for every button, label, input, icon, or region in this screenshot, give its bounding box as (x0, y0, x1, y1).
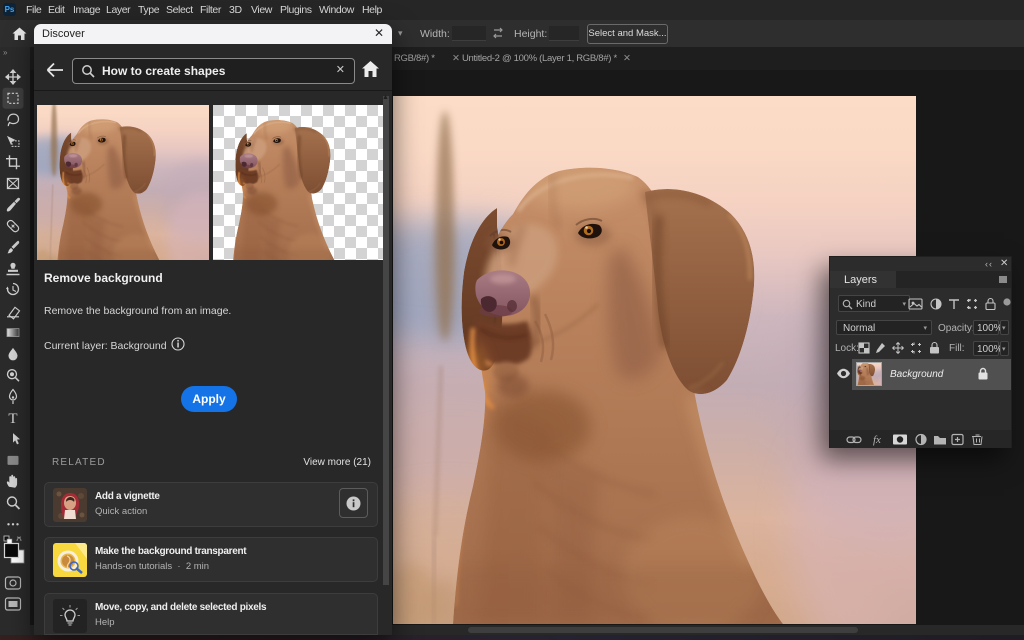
svg-text:fx: fx (873, 434, 881, 446)
svg-text:T: T (8, 411, 17, 427)
